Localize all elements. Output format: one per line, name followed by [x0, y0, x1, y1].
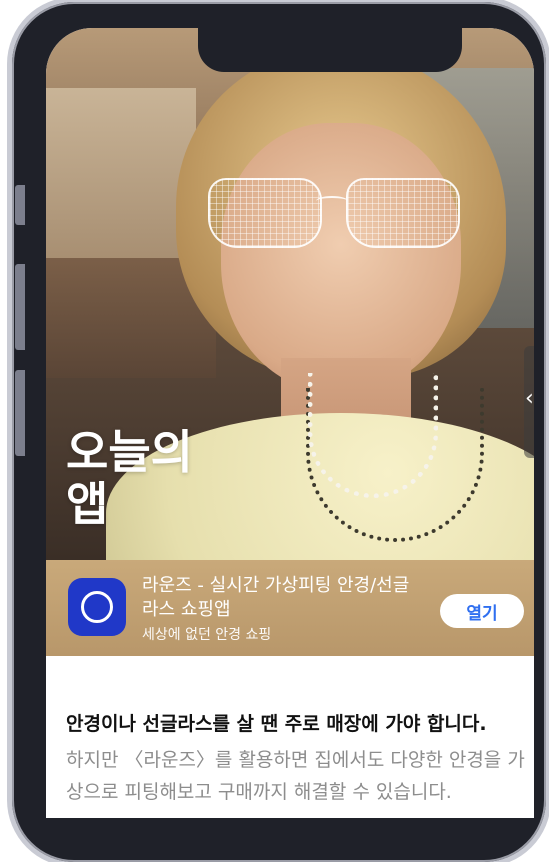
hero-title-line2: 앱	[66, 477, 109, 531]
hero-title: 오늘의 앱	[66, 426, 193, 530]
article-body: 하지만 〈라운즈〉를 활용하면 집에서도 다양한 안경을 가상으로 피팅해보고 …	[66, 749, 525, 803]
notch	[198, 28, 462, 72]
virtual-glasses-overlay	[208, 178, 468, 248]
screen: 오늘의 앱 ‹ 라운즈 - 실시간 가상피팅 안경/선글라스 쇼핑앱 세상에 없…	[46, 28, 534, 818]
rounz-circle-icon	[81, 591, 113, 623]
chevron-left-icon: ‹	[525, 386, 534, 411]
volume-up-button	[15, 264, 25, 350]
article-lead: 안경이나 선글라스를 살 땐 주로 매장에 가야 합니다.	[66, 713, 487, 735]
mute-switch	[15, 185, 25, 225]
app-name: 라운즈 - 실시간 가상피팅 안경/선글라스 쇼핑앱	[142, 575, 410, 620]
volume-down-button	[15, 370, 25, 456]
side-panel-handle[interactable]: ‹	[524, 346, 534, 458]
open-button[interactable]: 열기	[440, 594, 524, 628]
app-icon[interactable]	[68, 578, 126, 636]
hero-title-line1: 오늘의	[66, 425, 193, 479]
article-text: 안경이나 선글라스를 살 땐 주로 매장에 가야 합니다. 하지만 〈라운즈〉를…	[66, 710, 526, 808]
app-banner[interactable]: 라운즈 - 실시간 가상피팅 안경/선글라스 쇼핑앱 세상에 없던 안경 쇼핑 …	[46, 560, 534, 656]
hero-image[interactable]: 오늘의 앱	[46, 28, 534, 560]
phone-frame: 오늘의 앱 ‹ 라운즈 - 실시간 가상피팅 안경/선글라스 쇼핑앱 세상에 없…	[12, 2, 546, 862]
app-subtitle: 세상에 없던 안경 쇼핑	[142, 627, 272, 643]
